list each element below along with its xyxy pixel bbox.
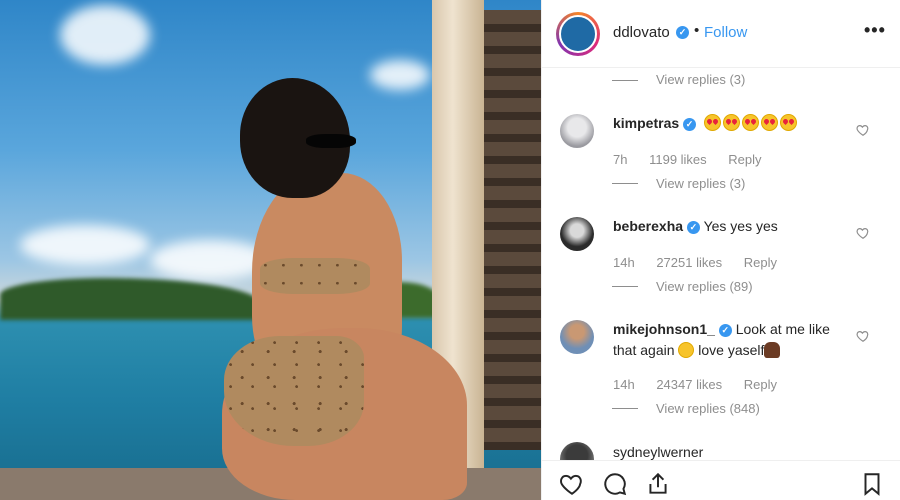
comment-username[interactable]: beberexha bbox=[613, 218, 683, 234]
comment-body: mikejohnson1_ ✓ Look at me like that aga… bbox=[613, 319, 853, 361]
cloud-shape bbox=[60, 5, 150, 65]
share-icon[interactable] bbox=[645, 471, 671, 497]
wooden-slats bbox=[484, 10, 541, 450]
heart-eyes-emoji-icon bbox=[741, 114, 759, 131]
like-comment-heart-icon[interactable] bbox=[856, 123, 870, 137]
comment-avatar[interactable] bbox=[560, 442, 594, 460]
author-avatar[interactable] bbox=[556, 12, 600, 56]
comment-reply-button[interactable]: Reply bbox=[728, 152, 761, 167]
comment-reply-button[interactable]: Reply bbox=[744, 377, 777, 392]
comment-avatar[interactable] bbox=[560, 217, 594, 251]
comment-username[interactable]: mikejohnson1_ bbox=[613, 321, 715, 337]
heart-eyes-emoji-icon bbox=[779, 114, 797, 131]
comment-meta: 14h 24347 likes Reply bbox=[613, 377, 795, 392]
heart-eyes-emoji-icon bbox=[703, 114, 721, 131]
like-comment-heart-icon[interactable] bbox=[856, 226, 870, 240]
verified-badge-icon: ✓ bbox=[683, 117, 697, 131]
post-side-panel: ddlovato ✓ • Follow ••• View replies (3)… bbox=[541, 0, 900, 500]
post-action-bar bbox=[542, 460, 900, 500]
comment-likes[interactable]: 24347 likes bbox=[656, 377, 722, 392]
comment-meta: 7h 1199 likes Reply bbox=[613, 152, 780, 167]
comment-body: sydneylwerner bbox=[613, 442, 853, 460]
comment-text-part2: love yaself bbox=[698, 342, 765, 358]
heart-eyes-emoji-row bbox=[703, 114, 799, 131]
post-header: ddlovato ✓ • Follow ••• bbox=[542, 0, 900, 68]
comments-list[interactable]: View replies (3) kimpetras ✓ 7h 1199 lik… bbox=[542, 68, 900, 460]
verified-badge-icon: ✓ bbox=[686, 220, 700, 234]
comment-bubble-icon[interactable] bbox=[602, 471, 628, 497]
comment-likes[interactable]: 27251 likes bbox=[656, 255, 722, 270]
more-options-icon[interactable]: ••• bbox=[864, 20, 886, 41]
comment-time: 14h bbox=[613, 255, 635, 270]
comment-username[interactable]: sydneylwerner bbox=[613, 444, 703, 460]
verified-badge-icon: ✓ bbox=[718, 323, 732, 337]
smirk-emoji-icon bbox=[678, 342, 695, 358]
comment-avatar[interactable] bbox=[560, 114, 594, 148]
heart-eyes-emoji-icon bbox=[760, 114, 778, 131]
comment-username[interactable]: kimpetras bbox=[613, 115, 679, 131]
comment-meta: 14h 27251 likes Reply bbox=[613, 255, 795, 270]
comment-likes[interactable]: 1199 likes bbox=[649, 152, 707, 167]
separator-dot: • bbox=[694, 22, 700, 39]
replies-divider bbox=[612, 80, 638, 81]
heart-eyes-emoji-icon bbox=[722, 114, 740, 131]
replies-divider bbox=[612, 183, 638, 184]
raising-hands-emoji-icon bbox=[764, 342, 781, 358]
comment-time: 14h bbox=[613, 377, 635, 392]
view-replies-link[interactable]: View replies (848) bbox=[656, 401, 760, 416]
view-replies-link[interactable]: View replies (3) bbox=[656, 176, 745, 191]
replies-divider bbox=[612, 408, 638, 409]
island-shape bbox=[0, 278, 260, 320]
comment-time: 7h bbox=[613, 152, 628, 167]
comment-avatar[interactable] bbox=[560, 320, 594, 354]
verified-badge-icon: ✓ bbox=[676, 26, 689, 39]
comment-text: Yes yes yes bbox=[703, 218, 778, 234]
cloud-shape bbox=[20, 225, 150, 265]
comment-body: beberexha ✓ Yes yes yes bbox=[613, 216, 853, 237]
view-replies-link[interactable]: View replies (3) bbox=[656, 72, 745, 87]
view-replies-link[interactable]: View replies (89) bbox=[656, 279, 753, 294]
comment-body: kimpetras ✓ bbox=[613, 113, 853, 134]
replies-divider bbox=[612, 286, 638, 287]
person-figure bbox=[222, 78, 467, 500]
bookmark-icon[interactable] bbox=[859, 471, 885, 497]
comment-reply-button[interactable]: Reply bbox=[744, 255, 777, 270]
like-comment-heart-icon[interactable] bbox=[856, 329, 870, 343]
author-username[interactable]: ddlovato bbox=[613, 24, 670, 41]
follow-button[interactable]: Follow bbox=[704, 24, 747, 41]
post-photo[interactable] bbox=[0, 0, 541, 500]
like-heart-icon[interactable] bbox=[559, 471, 585, 497]
